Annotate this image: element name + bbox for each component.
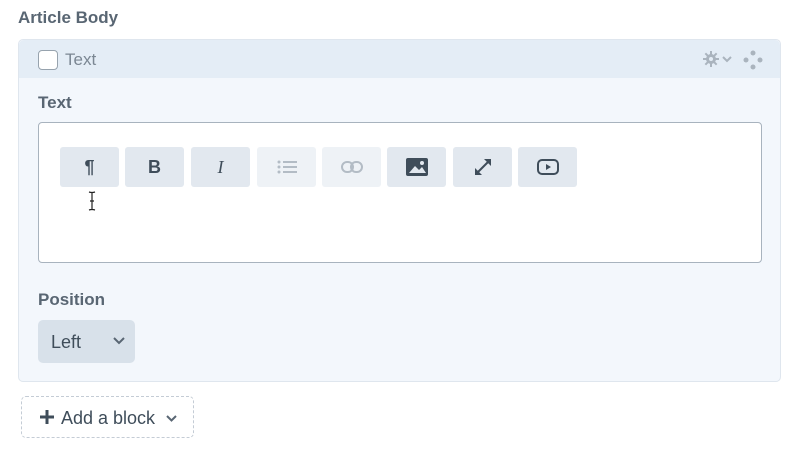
chevron-down-icon [166, 415, 177, 422]
list-button[interactable] [257, 147, 316, 187]
fullscreen-button[interactable] [453, 147, 512, 187]
add-block-label: Add a block [61, 408, 156, 428]
drag-handle-icon[interactable] [743, 50, 763, 70]
gear-icon[interactable] [702, 50, 738, 70]
text-field-label: Text [38, 93, 72, 112]
video-icon [536, 159, 559, 175]
text-cursor-icon [88, 191, 96, 211]
bold-button[interactable]: B [125, 147, 184, 187]
paragraph-button[interactable]: ¶ [60, 147, 119, 187]
paragraph-icon: ¶ [84, 156, 95, 177]
list-icon [277, 160, 297, 174]
bold-icon: B [148, 156, 161, 177]
text-block: Text Text ¶ B I Position Left [18, 39, 781, 382]
add-block-button[interactable]: Add a block [21, 396, 194, 438]
image-icon [405, 158, 428, 176]
link-icon [340, 161, 363, 173]
position-select[interactable]: Left [38, 320, 135, 363]
link-button[interactable] [322, 147, 381, 187]
italic-button[interactable]: I [191, 147, 250, 187]
block-select-checkbox[interactable] [38, 50, 58, 70]
italic-icon: I [217, 156, 224, 177]
position-select-value: Left [51, 332, 82, 352]
rich-text-editor[interactable]: ¶ B I [38, 122, 762, 263]
expand-icon [474, 159, 491, 175]
chevron-down-icon [113, 337, 125, 345]
image-button[interactable] [387, 147, 446, 187]
position-label: Position [38, 290, 106, 309]
block-header: Text [19, 40, 780, 78]
plus-icon [40, 410, 54, 424]
field-label: Article Body [18, 8, 119, 27]
block-type-label: Text [65, 50, 97, 69]
video-button[interactable] [518, 147, 577, 187]
